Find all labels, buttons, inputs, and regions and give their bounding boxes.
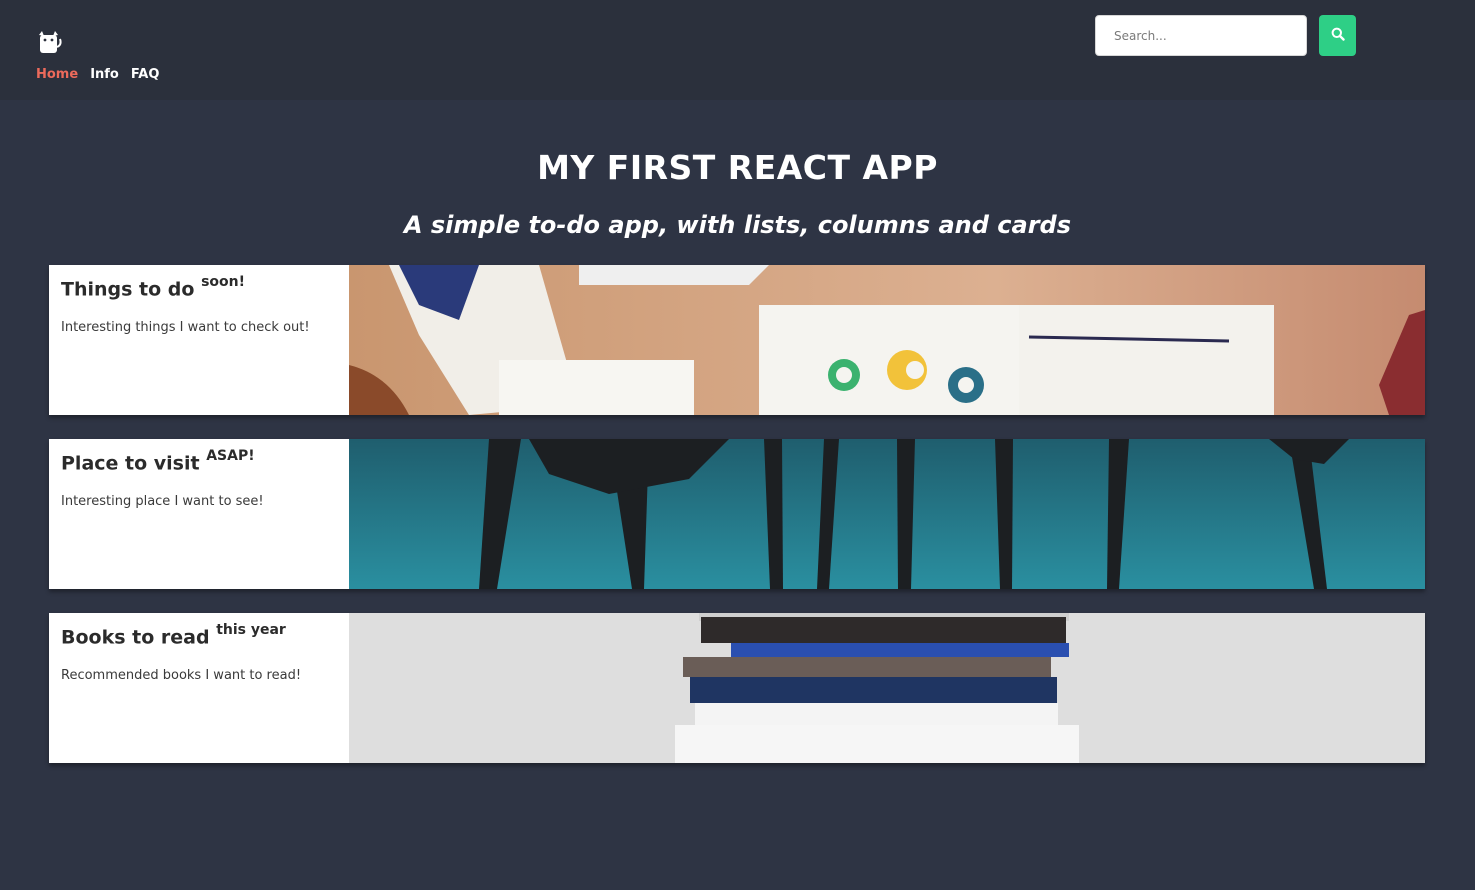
nav-home[interactable]: Home <box>36 67 78 82</box>
nav-faq[interactable]: FAQ <box>131 67 160 82</box>
card-text: Place to visit ASAP! Interesting place I… <box>49 439 349 589</box>
card-text: Things to do soon! Interesting things I … <box>49 265 349 415</box>
card-title: Books to read this year <box>61 622 337 649</box>
card-description: Recommended books I want to read! <box>61 668 302 684</box>
card-text: Books to read this year Recommended book… <box>49 613 349 763</box>
card-tag: ASAP! <box>206 448 255 464</box>
cat-icon[interactable] <box>36 29 62 55</box>
card-description: Interesting things I want to check out! <box>61 320 310 336</box>
page-title: MY FIRST REACT APP <box>537 148 938 187</box>
card-title-text: Things to do <box>61 278 195 301</box>
nav-info[interactable]: Info <box>90 67 119 82</box>
search-icon <box>1331 27 1345 44</box>
search-button[interactable] <box>1319 15 1356 56</box>
card-things-to-do[interactable]: Things to do soon! Interesting things I … <box>49 265 1425 415</box>
search-input[interactable] <box>1095 15 1307 56</box>
card-title-text: Books to read <box>61 626 210 649</box>
card-title-text: Place to visit <box>61 452 200 475</box>
header: Home Info FAQ <box>0 0 1475 100</box>
desk-with-books-photo <box>349 265 1425 415</box>
card-title: Place to visit ASAP! <box>61 448 337 475</box>
page-subtitle: A simple to-do app, with lists, columns … <box>403 211 1072 239</box>
card-place-to-visit[interactable]: Place to visit ASAP! Interesting place I… <box>49 439 1425 589</box>
card-books-to-read[interactable]: Books to read this year Recommended book… <box>49 613 1425 763</box>
card-description: Interesting place I want to see! <box>61 494 264 510</box>
main-nav: Home Info FAQ <box>36 67 159 82</box>
palm-trees-photo <box>349 439 1425 589</box>
card-tag: soon! <box>201 274 246 290</box>
card-tag: this year <box>216 622 286 638</box>
book-stack-photo <box>349 613 1425 763</box>
card-title: Things to do soon! <box>61 274 337 301</box>
